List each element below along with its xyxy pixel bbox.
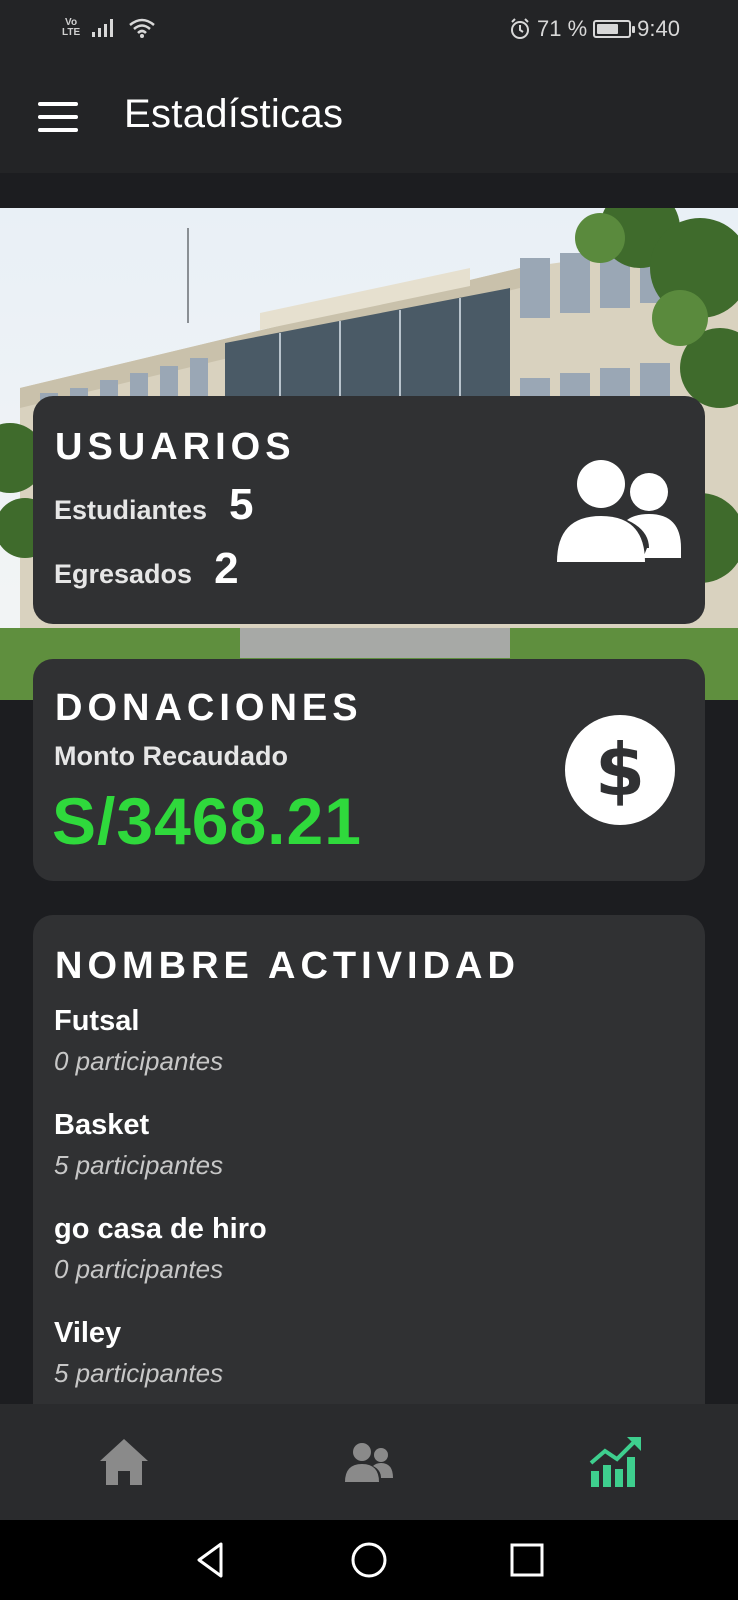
donation-amount: S/3468.21 bbox=[52, 784, 362, 858]
app-bar: Estadísticas bbox=[0, 58, 738, 173]
signal-icon bbox=[92, 19, 114, 37]
activity-participants: 0 participantes bbox=[54, 1046, 224, 1076]
bottom-navigation bbox=[0, 1404, 738, 1520]
page-title: Estadísticas bbox=[124, 92, 344, 136]
activity-name: Futsal bbox=[54, 1005, 140, 1037]
svg-text:$: $ bbox=[595, 728, 645, 812]
recents-square-icon[interactable] bbox=[507, 1540, 547, 1580]
graduates-row: Egresados 2 bbox=[54, 544, 239, 594]
students-row: Estudiantes 5 bbox=[54, 480, 254, 530]
activities-card: NOMBRE ACTIVIDAD Futsal 0 participantes … bbox=[33, 915, 705, 1435]
users-card: USUARIOS Estudiantes 5 Egresados 2 bbox=[33, 396, 705, 624]
list-item[interactable]: go casa de hiro 0 participantes bbox=[54, 1208, 267, 1312]
dollar-circle-icon: $ bbox=[565, 715, 675, 825]
donations-card-title: DONACIONES bbox=[55, 687, 363, 729]
system-navigation-bar bbox=[0, 1520, 738, 1600]
graduates-value: 2 bbox=[214, 544, 239, 593]
home-circle-icon[interactable] bbox=[349, 1540, 389, 1580]
activity-name: Basket bbox=[54, 1109, 150, 1141]
status-bar: Vo LTE 71 % 9:40 bbox=[0, 0, 738, 58]
clock: 9:40 bbox=[637, 16, 680, 41]
activity-participants: 5 participantes bbox=[54, 1358, 224, 1388]
activity-participants: 5 participantes bbox=[54, 1150, 224, 1180]
users-group-icon bbox=[557, 460, 681, 562]
activity-name: go casa de hiro bbox=[54, 1213, 267, 1245]
home-icon bbox=[100, 1439, 148, 1485]
activities-card-title: NOMBRE ACTIVIDAD bbox=[55, 945, 520, 987]
battery-icon bbox=[593, 20, 636, 38]
stats-chart-icon bbox=[589, 1437, 641, 1487]
battery-percent: 71 % bbox=[537, 16, 588, 41]
wifi-icon bbox=[129, 18, 155, 38]
activity-participants: 0 participantes bbox=[54, 1254, 224, 1284]
list-item[interactable]: Basket 5 participantes bbox=[54, 1104, 267, 1208]
nav-stats-button[interactable] bbox=[585, 1434, 645, 1490]
donations-card: DONACIONES Monto Recaudado S/3468.21 $ bbox=[33, 659, 705, 881]
donation-amount-label: Monto Recaudado bbox=[54, 741, 288, 771]
activity-name: Viley bbox=[54, 1317, 122, 1349]
students-label: Estudiantes bbox=[54, 495, 208, 525]
graduates-label: Egresados bbox=[54, 559, 193, 589]
students-value: 5 bbox=[229, 480, 254, 529]
back-icon[interactable] bbox=[191, 1540, 231, 1580]
activity-list: Futsal 0 participantes Basket 5 particip… bbox=[54, 1000, 267, 1416]
nav-home-button[interactable] bbox=[94, 1434, 154, 1490]
nav-users-button[interactable] bbox=[339, 1434, 399, 1490]
users-icon bbox=[345, 1443, 393, 1482]
volte-indicator: Vo LTE bbox=[62, 17, 81, 38]
hamburger-menu-icon[interactable] bbox=[38, 102, 78, 132]
users-card-title: USUARIOS bbox=[55, 426, 296, 468]
alarm-icon bbox=[511, 18, 530, 39]
list-item[interactable]: Futsal 0 participantes bbox=[54, 1000, 267, 1104]
list-item[interactable]: Viley 5 participantes bbox=[54, 1312, 267, 1416]
